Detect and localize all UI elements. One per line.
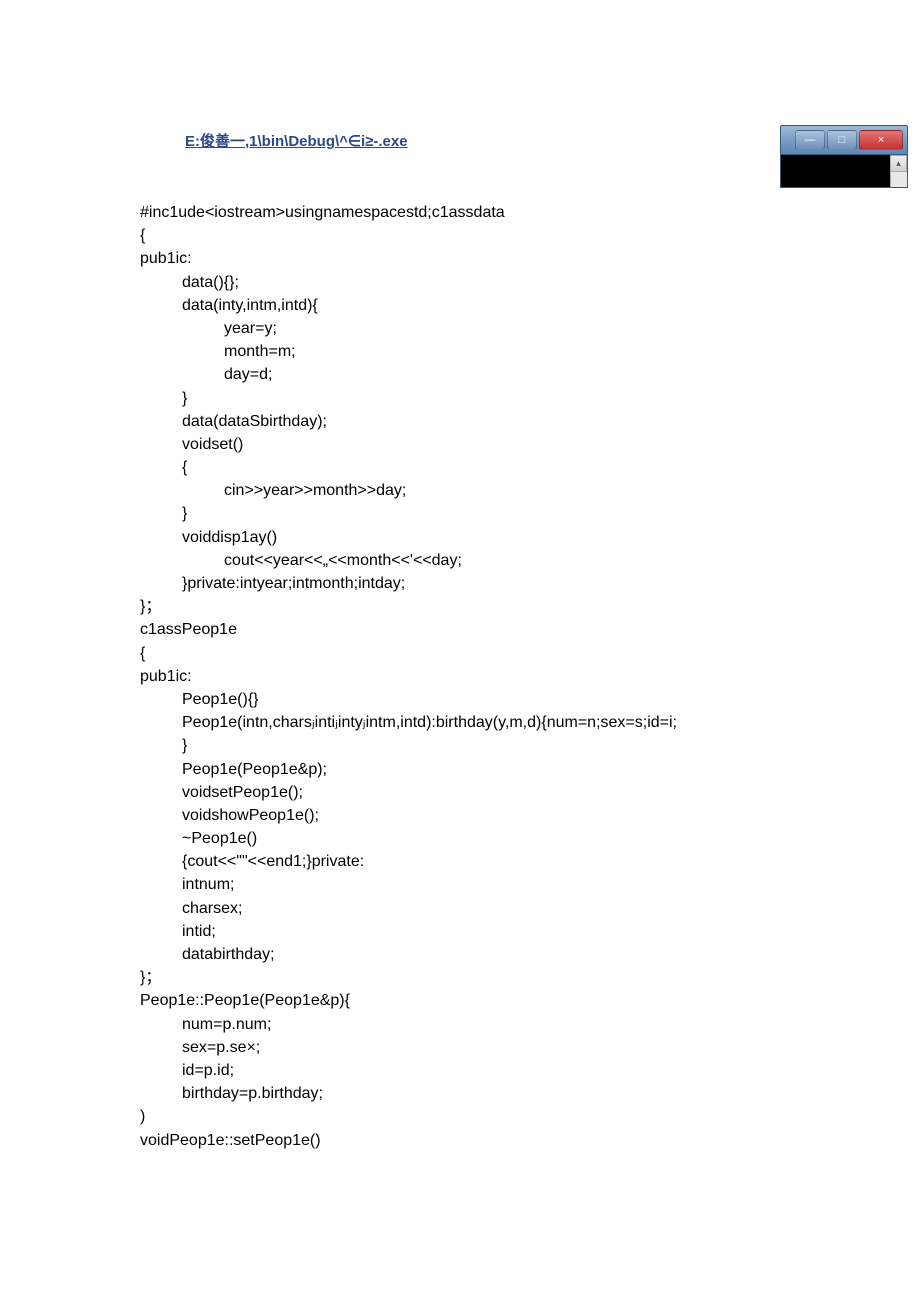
code-line: {	[140, 642, 890, 665]
code-line: year=y;	[140, 317, 890, 340]
scrollbar-track[interactable]	[890, 172, 907, 187]
code-line: Peop1e(){}	[140, 688, 890, 711]
code-line: cin>>year>>month>>day;	[140, 479, 890, 502]
code-line: }	[140, 502, 890, 525]
code-line: Peop1e::Peop1e(Peop1e&p){	[140, 989, 890, 1012]
code-line: voidsetPeop1e();	[140, 781, 890, 804]
code-line: data(dataSbirthday);	[140, 410, 890, 433]
code-line: pub1ic:	[140, 665, 890, 688]
code-line: Peop1e(intn,charsⱼintiⱼintyⱼintm,intd):b…	[140, 711, 890, 734]
code-line: }	[140, 734, 890, 757]
code-line: #inc1ude<iostream>usingnamespacestd;c1as…	[140, 201, 890, 224]
document-content: E:俊善一,1\bin\Debug\^∈i≥-.exe #inc1ude<ios…	[140, 130, 890, 1152]
code-line: month=m;	[140, 340, 890, 363]
code-line: data(inty,intm,intd){	[140, 294, 890, 317]
chevron-up-icon: ▴	[896, 158, 901, 169]
code-line: intnum;	[140, 873, 890, 896]
code-line: pub1ic:	[140, 247, 890, 270]
code-line: )	[140, 1105, 890, 1128]
code-block: #inc1ude<iostream>usingnamespacestd;c1as…	[140, 201, 890, 1152]
code-line: }private:intyear;intmonth;intday;	[140, 572, 890, 595]
code-line: }	[140, 387, 890, 410]
code-line: {cout<<""<<end1;}private:	[140, 850, 890, 873]
code-line: {	[140, 456, 890, 479]
code-line: c1assPeop1e	[140, 618, 890, 641]
code-line: voidset()	[140, 433, 890, 456]
code-line: id=p.id;	[140, 1059, 890, 1082]
code-line: }；	[140, 595, 890, 618]
code-line: ~Peop1e()	[140, 827, 890, 850]
code-line: intid;	[140, 920, 890, 943]
code-line: databirthday;	[140, 943, 890, 966]
code-line: }；	[140, 966, 890, 989]
code-line: voidshowPeop1e();	[140, 804, 890, 827]
file-path-link[interactable]: E:俊善一,1\bin\Debug\^∈i≥-.exe	[185, 130, 408, 151]
code-line: num=p.num;	[140, 1013, 890, 1036]
code-line: cout<<year<<„<<month<<'<<day;	[140, 549, 890, 572]
code-line: birthday=p.birthday;	[140, 1082, 890, 1105]
code-line: charsex;	[140, 897, 890, 920]
code-line: day=d;	[140, 363, 890, 386]
code-line: data(){};	[140, 271, 890, 294]
code-line: Peop1e(Peop1e&p);	[140, 758, 890, 781]
scroll-up-button[interactable]: ▴	[890, 155, 907, 172]
code-line: voidPeop1e::setPeop1e()	[140, 1129, 890, 1152]
code-line: voiddisp1ay()	[140, 526, 890, 549]
code-line: sex=p.se×;	[140, 1036, 890, 1059]
code-line: {	[140, 224, 890, 247]
